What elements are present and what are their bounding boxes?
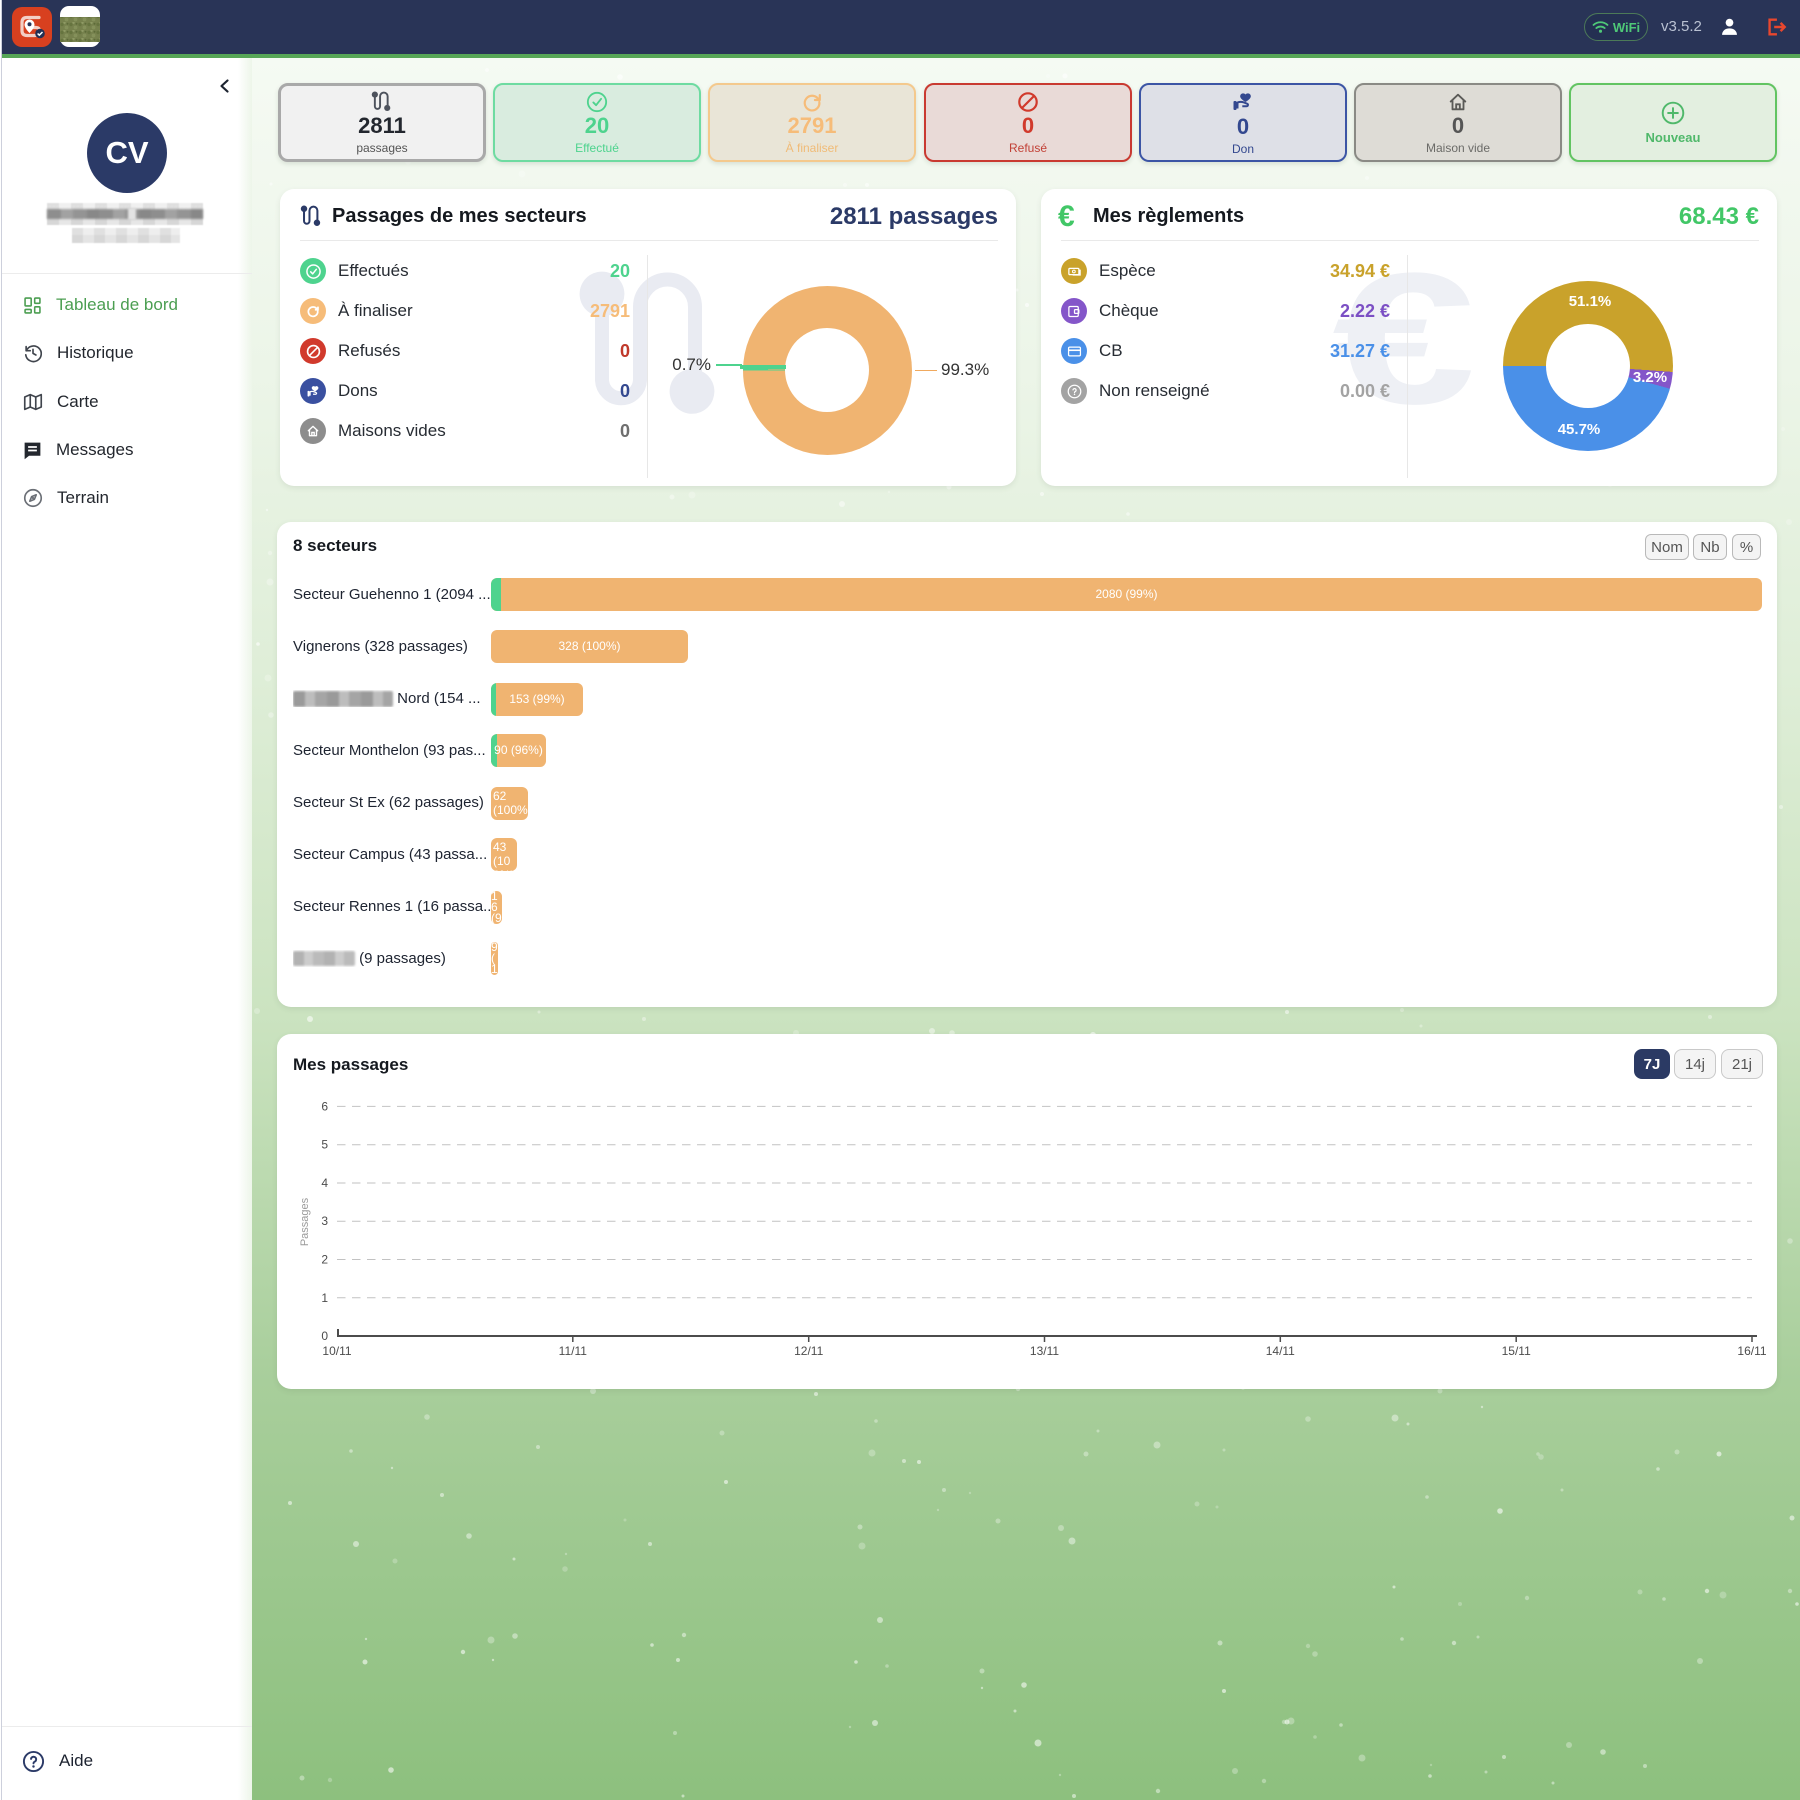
svg-text:2: 2 [321,1253,328,1267]
svg-text:4: 4 [321,1176,328,1190]
svg-text:Passages: Passages [299,1197,311,1246]
svg-text:16/11: 16/11 [1737,1344,1766,1358]
svg-text:1: 1 [321,1291,328,1305]
svg-text:14/11: 14/11 [1266,1344,1295,1358]
svg-text:15/11: 15/11 [1502,1344,1531,1358]
svg-text:12/11: 12/11 [794,1344,823,1358]
svg-text:10/11: 10/11 [322,1344,351,1358]
svg-text:6: 6 [321,1099,328,1113]
svg-text:3: 3 [321,1214,328,1228]
svg-text:13/11: 13/11 [1030,1344,1059,1358]
svg-text:5: 5 [321,1138,328,1152]
svg-text:0: 0 [321,1329,328,1343]
svg-text:11/11: 11/11 [559,1344,588,1358]
